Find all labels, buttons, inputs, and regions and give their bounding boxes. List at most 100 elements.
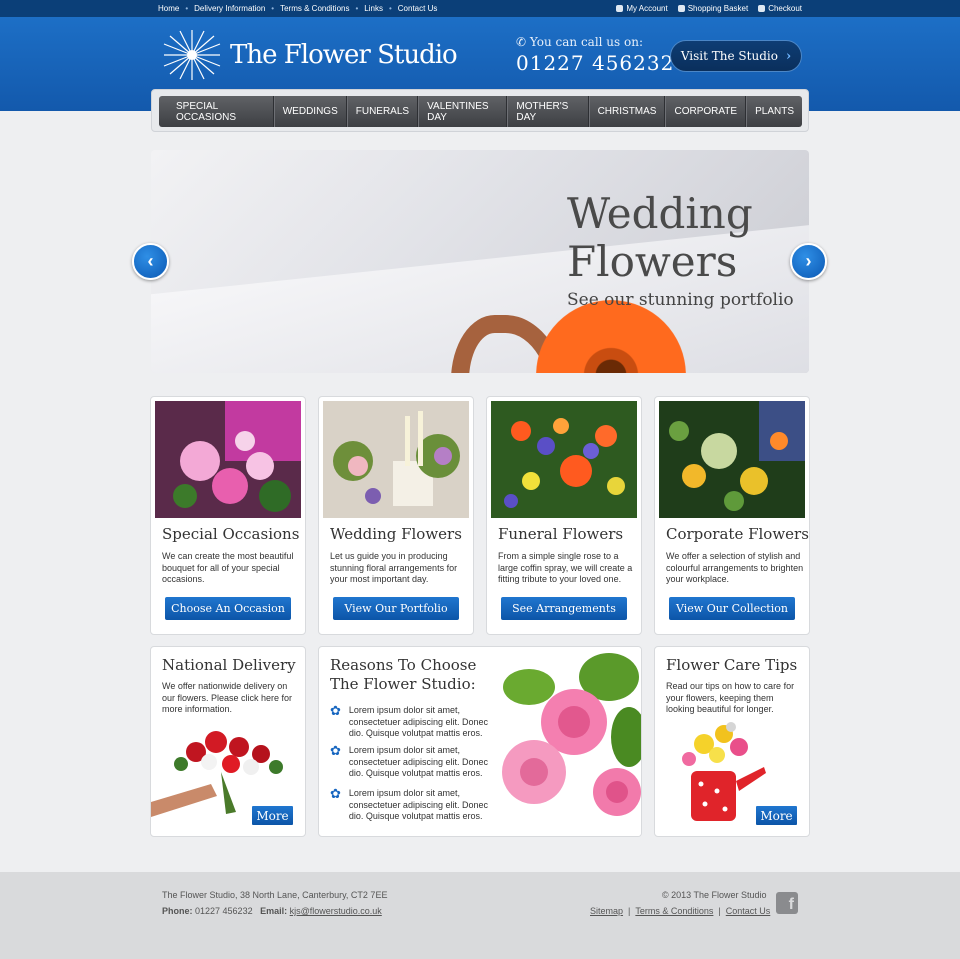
corporate-flowers-photo xyxy=(659,401,805,518)
nav-plants[interactable]: PLANTS xyxy=(746,96,802,127)
delivery-text: We offer nationwide delivery on our flow… xyxy=(162,681,293,714)
card-text: Let us guide you in producing stunning f… xyxy=(330,551,458,584)
card-flower-care: Flower Care Tips Read our tips on how to… xyxy=(654,646,810,837)
basket-icon xyxy=(677,5,685,12)
footer-email-label: Email: xyxy=(260,906,288,916)
nav-mothers-day[interactable]: MOTHER'S DAY xyxy=(507,96,589,127)
footer-links: Sitemap | Terms & Conditions | Contact U… xyxy=(590,906,770,916)
checkout-link[interactable]: Checkout xyxy=(758,4,802,13)
separator-dot: • xyxy=(185,4,189,13)
separator: | xyxy=(628,906,631,916)
chevron-right-icon: › xyxy=(805,251,812,271)
separator-dot: • xyxy=(355,4,359,13)
footer-phone: 01227 456232 xyxy=(195,906,253,916)
separator-dot: • xyxy=(388,4,392,13)
slider-prev-button[interactable]: ‹ xyxy=(132,243,169,280)
top-link-contact[interactable]: Contact Us xyxy=(398,4,438,13)
card-national-delivery: National Delivery We offer nationwide de… xyxy=(150,646,306,837)
view-portfolio-button[interactable]: View Our Portfolio xyxy=(333,597,459,620)
reason-item: ✿ Lorem ipsum dolor sit amet, consectetue… xyxy=(330,743,500,780)
footer-link-contact[interactable]: Contact Us xyxy=(726,906,771,916)
delivery-title: National Delivery xyxy=(162,656,296,674)
card-title: Corporate Flowers xyxy=(666,525,809,543)
facebook-icon[interactable]: f xyxy=(776,892,798,914)
visit-studio-label: Visit The Studio xyxy=(680,49,778,63)
top-link-terms[interactable]: Terms & Conditions xyxy=(280,4,349,13)
card-text: We offer a selection of stylish and colo… xyxy=(666,551,804,584)
nav-valentines-day[interactable]: VALENTINES DAY xyxy=(418,96,508,127)
care-title: Flower Care Tips xyxy=(666,656,798,674)
top-links: Home • Delivery Information • Terms & Co… xyxy=(158,4,437,13)
nav-weddings[interactable]: WEDDINGS xyxy=(273,96,347,127)
hero-slider[interactable]: Wedding Flowers See our stunning portfoli… xyxy=(151,150,809,373)
separator: | xyxy=(718,906,721,916)
special-occasions-photo xyxy=(155,401,301,518)
nav-christmas[interactable]: CHRISTMAS xyxy=(588,96,666,127)
main-nav-frame: SPECIAL OCCASIONS WEDDINGS FUNERALS VALE… xyxy=(151,89,809,132)
footer-link-sitemap[interactable]: Sitemap xyxy=(590,906,623,916)
footer-address: The Flower Studio, 38 North Lane, Canter… xyxy=(162,890,388,900)
footer-link-terms[interactable]: Terms & Conditions xyxy=(635,906,713,916)
reasons-title-line1: Reasons To Choose xyxy=(330,656,477,674)
reasons-title: Reasons To Choose The Flower Studio: xyxy=(330,656,476,694)
card-wedding-flowers: Wedding Flowers Let us guide you in prod… xyxy=(318,396,474,635)
roses-image xyxy=(489,647,641,836)
phone-icon: ✆ xyxy=(516,35,530,49)
slider-next-button[interactable]: › xyxy=(790,243,827,280)
call-label: ✆ You can call us on: xyxy=(516,35,674,49)
reason-item: ✿ Lorem ipsum dolor sit amet, consectetue… xyxy=(330,703,500,740)
main-nav: SPECIAL OCCASIONS WEDDINGS FUNERALS VALE… xyxy=(159,96,802,127)
logo[interactable]: The Flower Studio xyxy=(160,28,458,82)
chevron-left-icon: ‹ xyxy=(147,251,154,271)
funeral-flowers-photo xyxy=(491,401,637,518)
header-phone[interactable]: 01227 456232 xyxy=(516,51,674,75)
logo-text: The Flower Studio xyxy=(230,40,458,70)
user-icon xyxy=(616,5,624,12)
watering-can-image xyxy=(682,722,766,821)
my-account-link[interactable]: My Account xyxy=(616,4,668,13)
hero-title-line1: Wedding xyxy=(567,189,753,238)
hero-title: Wedding Flowers xyxy=(567,190,753,286)
separator-dot: • xyxy=(271,4,275,13)
card-special-occasions: Special Occasions We can create the most… xyxy=(150,396,306,635)
hero-title-line2: Flowers xyxy=(567,237,738,286)
footer-contact: Phone: 01227 456232 Email: kjs@flowerstu… xyxy=(162,906,382,916)
nav-special-occasions[interactable]: SPECIAL OCCASIONS xyxy=(168,96,274,127)
reason-text: Lorem ipsum dolor sit amet, consectetuer… xyxy=(348,788,488,821)
shopping-basket-link[interactable]: Shopping Basket xyxy=(677,4,748,13)
see-arrangements-button[interactable]: See Arrangements xyxy=(501,597,627,620)
nav-funerals[interactable]: FUNERALS xyxy=(346,96,419,127)
view-collection-button[interactable]: View Our Collection xyxy=(669,597,795,620)
card-title: Wedding Flowers xyxy=(330,525,462,543)
footer-phone-label: Phone: xyxy=(162,906,193,916)
checkout-label: Checkout xyxy=(768,4,802,13)
care-text: Read our tips on how to care for your fl… xyxy=(666,681,795,714)
chevron-right-icon: › xyxy=(785,48,792,64)
footer-copyright: © 2013 The Flower Studio xyxy=(662,890,767,900)
call-label-text: You can call us on: xyxy=(529,35,644,49)
care-more-button[interactable]: More xyxy=(755,805,798,826)
top-bar: Home • Delivery Information • Terms & Co… xyxy=(0,0,960,17)
reason-item: ✿ Lorem ipsum dolor sit amet, consectetue… xyxy=(330,786,500,823)
top-link-home[interactable]: Home xyxy=(158,4,179,13)
choose-occasion-button[interactable]: Choose An Occasion xyxy=(165,597,291,620)
top-link-delivery[interactable]: Delivery Information xyxy=(194,4,265,13)
top-link-links[interactable]: Links xyxy=(364,4,383,13)
card-corporate-flowers: Corporate Flowers We offer a selection o… xyxy=(654,396,810,635)
account-links: My Account Shopping Basket Checkout xyxy=(616,4,802,13)
card-text: We can create the most beautiful bouquet… xyxy=(162,551,294,584)
my-account-label: My Account xyxy=(626,4,668,13)
flower-bullet-icon: ✿ xyxy=(330,786,341,801)
flower-star-icon xyxy=(163,30,221,80)
visit-studio-button[interactable]: Visit The Studio › xyxy=(670,40,802,72)
card-reasons: Reasons To Choose The Flower Studio: ✿ Lor… xyxy=(318,646,642,837)
reason-text: Lorem ipsum dolor sit amet, consectetuer… xyxy=(348,745,488,778)
footer: The Flower Studio, 38 North Lane, Canter… xyxy=(0,872,960,959)
flower-bullet-icon: ✿ xyxy=(330,703,341,718)
footer-email-link[interactable]: kjs@flowerstudio.co.uk xyxy=(290,906,382,916)
flower-bullet-icon: ✿ xyxy=(330,743,341,758)
hero-subtitle: See our stunning portfolio xyxy=(567,290,794,310)
nav-corporate[interactable]: CORPORATE xyxy=(665,96,747,127)
wedding-flowers-photo xyxy=(323,401,469,518)
delivery-more-button[interactable]: More xyxy=(251,805,294,826)
